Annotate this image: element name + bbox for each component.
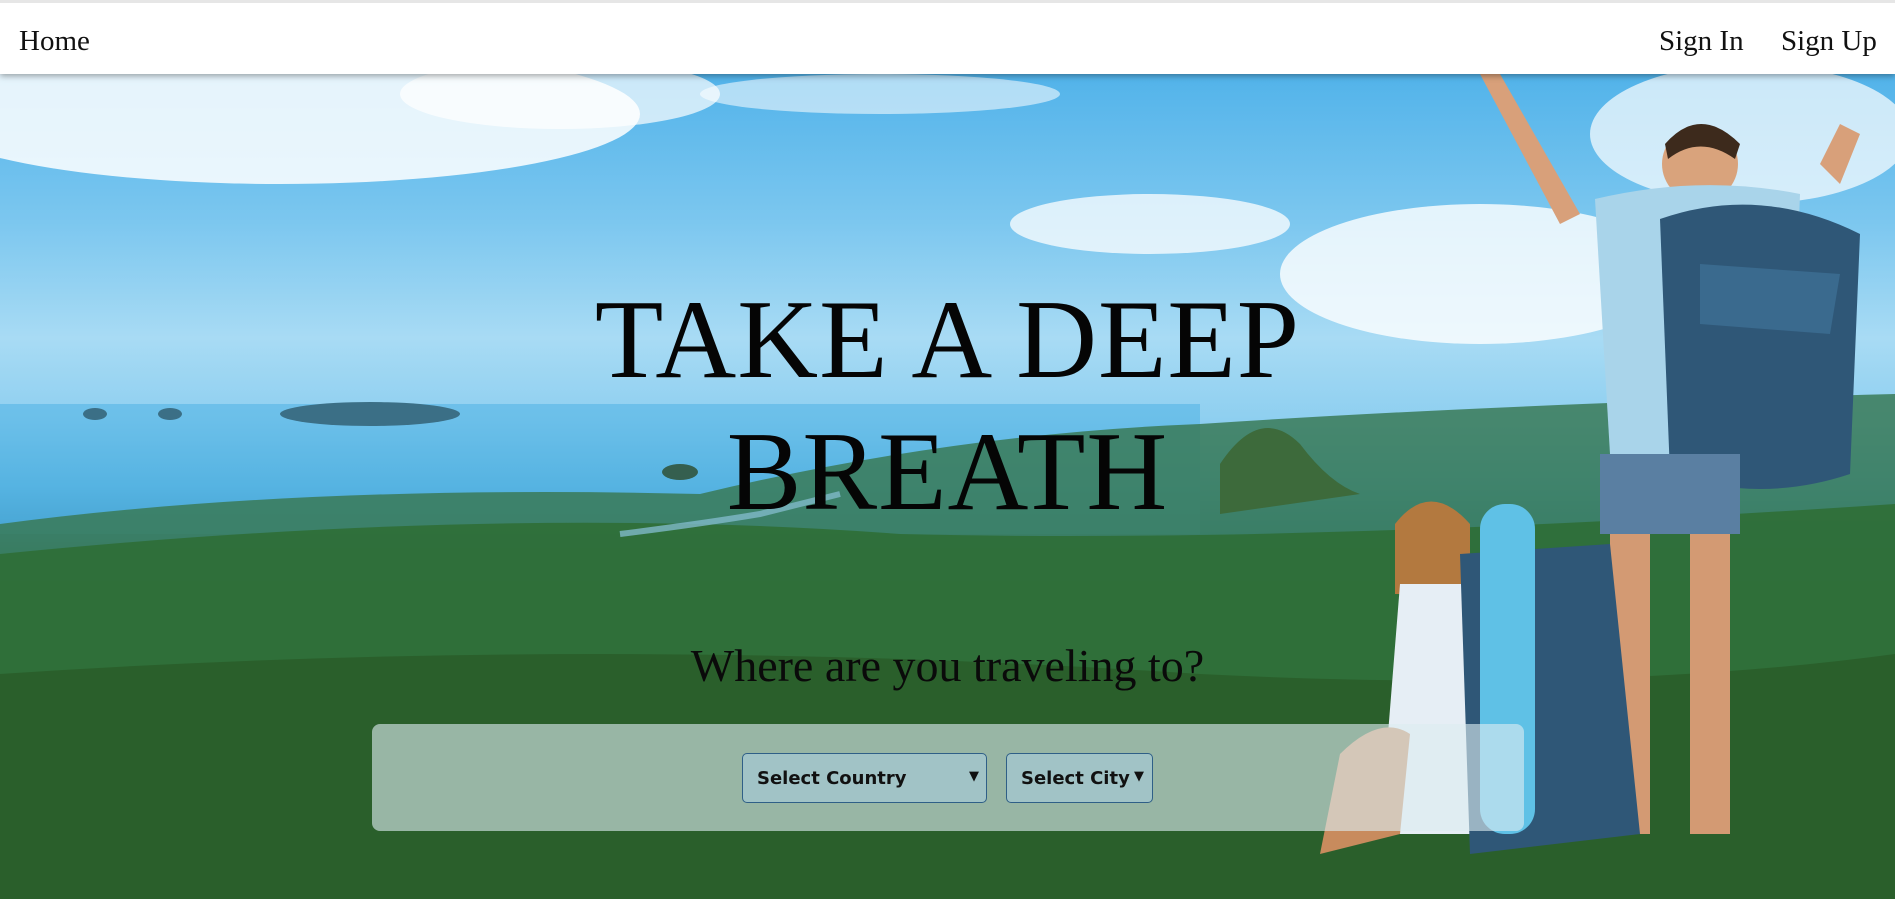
nav-sign-up-link[interactable]: Sign Up [1781,25,1877,58]
caret-down-icon: ▼ [969,769,979,784]
nav-sign-in-link[interactable]: Sign In [1659,25,1744,58]
country-select-value: Select Country [757,768,907,789]
destination-search-panel: Select Country ▼ Select City ▼ [372,724,1524,831]
top-navbar: Home Sign In Sign Up [0,0,1895,74]
country-select[interactable]: Select Country ▼ [742,753,987,803]
hero-title: TAKE A DEEP BREATH [0,274,1895,538]
city-select-value: Select City [1021,768,1130,789]
hero-subtitle: Where are you traveling to? [690,640,1205,691]
hero-section: TAKE A DEEP BREATH Where are you traveli… [0,74,1895,899]
nav-home-link[interactable]: Home [19,25,90,58]
hero-title-line1: TAKE A DEEP [594,278,1301,402]
city-select[interactable]: Select City ▼ [1006,753,1153,803]
caret-down-icon: ▼ [1134,769,1144,784]
hero-title-line2: BREATH [726,410,1169,534]
